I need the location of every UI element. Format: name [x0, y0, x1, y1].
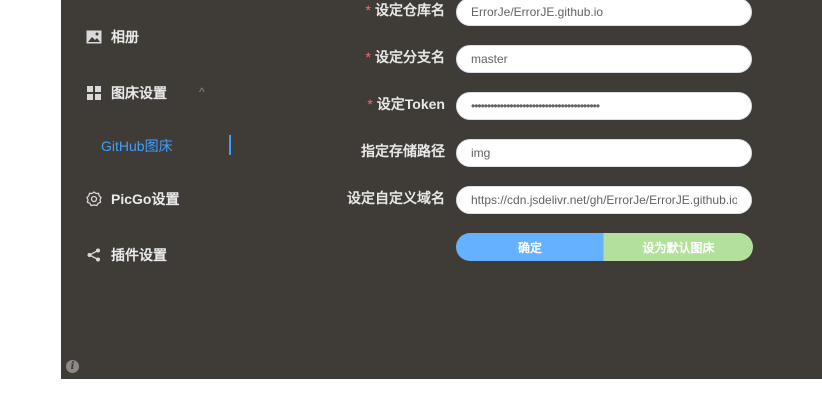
image-icon [85, 28, 103, 46]
domain-label: 设定自定义域名 [347, 190, 445, 206]
branch-label: * 设定分支名 [365, 49, 445, 65]
sidebar-label-plugins: 插件设置 [111, 247, 167, 263]
required-mark: * [367, 96, 373, 112]
share-icon [85, 246, 103, 264]
grid-icon [85, 84, 103, 102]
token-label: * 设定Token [367, 96, 445, 112]
path-input[interactable] [456, 139, 752, 167]
branch-input[interactable] [456, 45, 752, 73]
confirm-button[interactable]: 确定 [456, 233, 604, 261]
sidebar-label-picbed: 图床设置 [111, 85, 167, 101]
repo-label: * 设定仓库名 [365, 2, 445, 18]
sidebar-label-picgo: PicGo设置 [111, 191, 180, 207]
sidebar-label-gallery: 相册 [111, 29, 139, 45]
set-default-button[interactable]: 设为默认图床 [603, 233, 753, 261]
required-mark: * [365, 2, 371, 18]
active-indicator [229, 135, 231, 155]
info-icon[interactable]: i [66, 360, 79, 373]
repo-input[interactable] [456, 0, 752, 26]
sidebar-item-gallery[interactable]: 相册 [85, 27, 139, 47]
token-input[interactable] [456, 92, 752, 120]
sidebar-item-picgo[interactable]: PicGo设置 [85, 189, 179, 209]
gear-icon [85, 190, 103, 208]
sidebar-item-plugins[interactable]: 插件设置 [85, 245, 167, 265]
path-label: 指定存储路径 [361, 143, 445, 159]
sidebar-item-picbed[interactable]: 图床设置 [85, 83, 167, 103]
domain-input[interactable] [456, 186, 752, 214]
required-mark: * [365, 49, 371, 65]
sidebar-item-github[interactable]: GitHub图床 [101, 136, 173, 156]
chevron-up-icon[interactable]: ^ [199, 85, 205, 99]
